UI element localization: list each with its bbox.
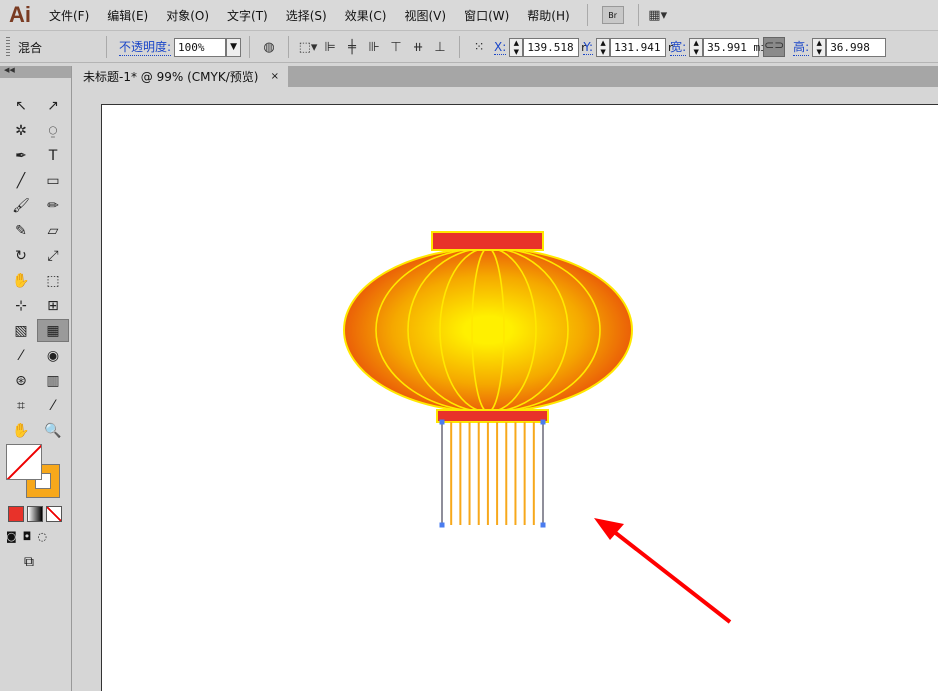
lantern-bottom-cap: [436, 409, 549, 423]
artwork: [343, 231, 732, 624]
lantern-top-cap: [431, 231, 544, 251]
lantern-body: [343, 247, 633, 413]
lantern[interactable]: [343, 231, 633, 528]
selection-bounding-box[interactable]: [439, 419, 546, 528]
lantern-tassels: [441, 422, 544, 525]
red-arrow-annotation: [594, 518, 732, 624]
